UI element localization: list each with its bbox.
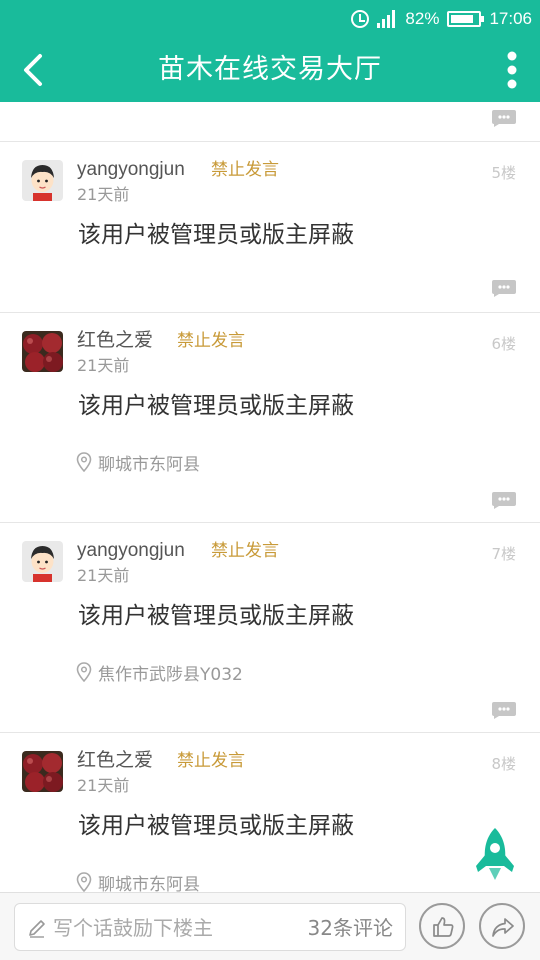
post-content: 该用户被管理员或版主屏蔽 (78, 603, 354, 629)
floor-number: 7楼 (491, 545, 516, 563)
like-button[interactable] (419, 903, 465, 949)
status-bar: 82% 17:06 (0, 0, 540, 38)
bottom-bar: 写个话鼓励下楼主 32条评论 (0, 892, 540, 960)
share-icon (492, 918, 514, 937)
status-badge: 禁止发言 (177, 331, 245, 351)
pen-icon (29, 920, 45, 938)
location-pin-icon (76, 452, 92, 472)
reply-comment-icon[interactable] (490, 490, 518, 510)
clock: 17:06 (489, 9, 532, 28)
rocket-icon (476, 828, 514, 880)
more-vertical-icon (507, 51, 517, 89)
post-time: 21天前 (77, 776, 130, 795)
reply-comment-icon[interactable] (490, 278, 518, 298)
comment-placeholder: 写个话鼓励下楼主 (53, 916, 213, 940)
location-pin-icon (76, 662, 92, 682)
post-content: 该用户被管理员或版主屏蔽 (78, 813, 354, 839)
floor-number: 8楼 (491, 755, 516, 773)
username[interactable]: yangyongjun (77, 158, 185, 182)
status-badge: 禁止发言 (211, 160, 279, 180)
username[interactable]: 红色之爱 (77, 329, 153, 353)
list-item: yangyongjun 禁止发言 21天前 7楼 该用户被管理员或版主屏蔽 焦作… (0, 523, 540, 733)
location: 聊城市东阿县 (76, 870, 200, 892)
post-time: 21天前 (77, 566, 130, 585)
location-text: 聊城市东阿县 (98, 874, 200, 893)
list-item: yangyongjun 禁止发言 21天前 5楼 该用户被管理员或版主屏蔽 (0, 142, 540, 313)
share-button[interactable] (479, 903, 525, 949)
username[interactable]: 红色之爱 (77, 749, 153, 773)
avatar[interactable] (22, 541, 63, 582)
chevron-left-icon (24, 54, 42, 86)
signal-icon (377, 10, 397, 28)
alarm-icon (351, 10, 370, 28)
app-bar: 苗木在线交易大厅 (0, 38, 540, 102)
battery-icon (447, 11, 485, 27)
post-time: 21天前 (77, 356, 130, 375)
location-text: 焦作市武陟县Y032 (98, 664, 243, 685)
floor-number: 5楼 (491, 164, 516, 182)
back-button[interactable] (16, 52, 52, 88)
avatar[interactable] (22, 160, 63, 201)
reply-comment-icon[interactable] (490, 700, 518, 720)
apples-avatar (22, 751, 63, 792)
list-item (0, 102, 540, 142)
location: 聊城市东阿县 (76, 450, 200, 475)
cartoon-boy-avatar (22, 541, 63, 582)
location-text: 聊城市东阿县 (98, 454, 200, 475)
reply-list[interactable]: yangyongjun 禁止发言 21天前 5楼 该用户被管理员或版主屏蔽 红色… (0, 102, 540, 892)
comment-input[interactable]: 写个话鼓励下楼主 32条评论 (14, 903, 406, 951)
apples-avatar (22, 331, 63, 372)
battery-percent: 82% (405, 9, 440, 28)
status-badge: 禁止发言 (211, 541, 279, 561)
avatar[interactable] (22, 751, 63, 792)
more-menu-button[interactable] (504, 50, 520, 90)
list-item: 红色之爱 禁止发言 21天前 8楼 该用户被管理员或版主屏蔽 聊城市东阿县 (0, 733, 540, 892)
post-content: 该用户被管理员或版主屏蔽 (78, 393, 354, 419)
cartoon-boy-avatar (22, 160, 63, 201)
post-time: 21天前 (77, 185, 130, 204)
scroll-top-button[interactable] (472, 826, 518, 886)
post-content: 该用户被管理员或版主屏蔽 (78, 222, 354, 248)
comment-count[interactable]: 32条评论 (308, 915, 393, 941)
floor-number: 6楼 (491, 335, 516, 353)
location: 焦作市武陟县Y032 (76, 660, 243, 685)
reply-comment-icon[interactable] (490, 108, 518, 128)
location-pin-icon (76, 872, 92, 892)
avatar[interactable] (22, 331, 63, 372)
username[interactable]: yangyongjun (77, 539, 185, 563)
list-item: 红色之爱 禁止发言 21天前 6楼 该用户被管理员或版主屏蔽 聊城市东阿县 (0, 313, 540, 523)
page-title: 苗木在线交易大厅 (158, 54, 382, 85)
status-badge: 禁止发言 (177, 751, 245, 771)
thumbs-up-icon (433, 917, 454, 937)
